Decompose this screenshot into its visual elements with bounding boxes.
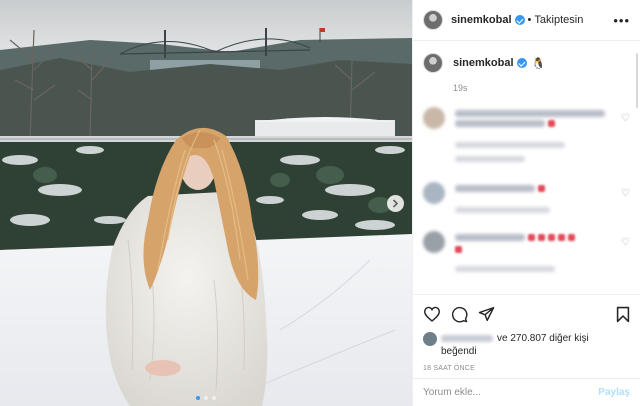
comment-input[interactable] [423,387,599,398]
author-avatar[interactable] [423,10,443,30]
likes-text-block: ve 270.807 diğer kişi beğendi [441,332,589,358]
likes-count: ve 270.807 diğer kişi [497,333,589,344]
follow-status-button[interactable]: Takiptesin [534,14,583,26]
header-separator: • [527,14,532,26]
likes-suffix: beğendi [441,346,477,357]
comment-button[interactable] [451,306,468,323]
posted-time: 18 SAAT ÖNCE [423,365,475,372]
more-options-icon[interactable]: ••• [613,13,630,28]
carousel-dot [212,396,216,400]
likes-summary[interactable]: ve 270.807 diğer kişi beğendi [423,332,630,358]
caption-username[interactable]: sinemkobal [453,57,514,69]
comment-item: ♡ [423,231,630,272]
carousel-dot [204,396,208,400]
commenter-avatar[interactable] [423,107,445,129]
share-button[interactable] [478,306,495,322]
liker-name-redacted [441,334,493,342]
carousel-dot-active [196,396,200,400]
comments-scrollbar[interactable] [636,53,638,108]
post-comment-button[interactable]: Paylaş [598,387,630,398]
caption-avatar[interactable] [423,53,443,73]
comment-like-icon[interactable]: ♡ [621,188,630,199]
author-username[interactable]: sinemkobal [451,14,512,26]
share-icon [478,306,495,322]
chevron-right-icon [392,199,399,208]
comment-like-icon[interactable]: ♡ [621,113,630,124]
comment-body-redacted [455,182,615,213]
comment-icon [451,306,468,322]
post-header: sinemkobal • Takiptesin ••• [413,0,640,41]
photo-scene [0,0,412,406]
carousel-next-button[interactable] [387,195,404,212]
like-button[interactable] [423,306,441,322]
comment-item: ♡ [423,107,630,162]
comment-body-redacted [455,231,615,272]
commenter-avatar[interactable] [423,231,445,253]
post-photo[interactable] [0,0,412,406]
bookmark-icon [616,306,630,322]
caption-time: 19s [453,83,468,93]
caption: sinemkobal 🐧 [423,53,630,73]
liker-avatar [423,332,437,346]
comment-body-redacted [455,107,615,162]
post-sidebar: sinemkobal • Takiptesin ••• sinemkobal 🐧… [412,0,640,406]
action-icons [423,303,630,325]
caption-emoji: 🐧 [531,57,546,70]
verified-badge-icon [516,58,527,68]
save-button[interactable] [616,306,630,323]
verified-badge-icon [514,15,525,25]
commenter-avatar[interactable] [423,182,445,204]
carousel-indicator [0,396,412,400]
instagram-post: sinemkobal • Takiptesin ••• sinemkobal 🐧… [0,0,640,406]
comment-like-icon[interactable]: ♡ [621,237,630,248]
comments-list: sinemkobal 🐧 19s ♡ ♡ ♡ [413,41,640,294]
comment-item: ♡ [423,182,630,213]
heart-icon [423,306,441,322]
add-comment-bar: Paylaş [413,378,640,406]
